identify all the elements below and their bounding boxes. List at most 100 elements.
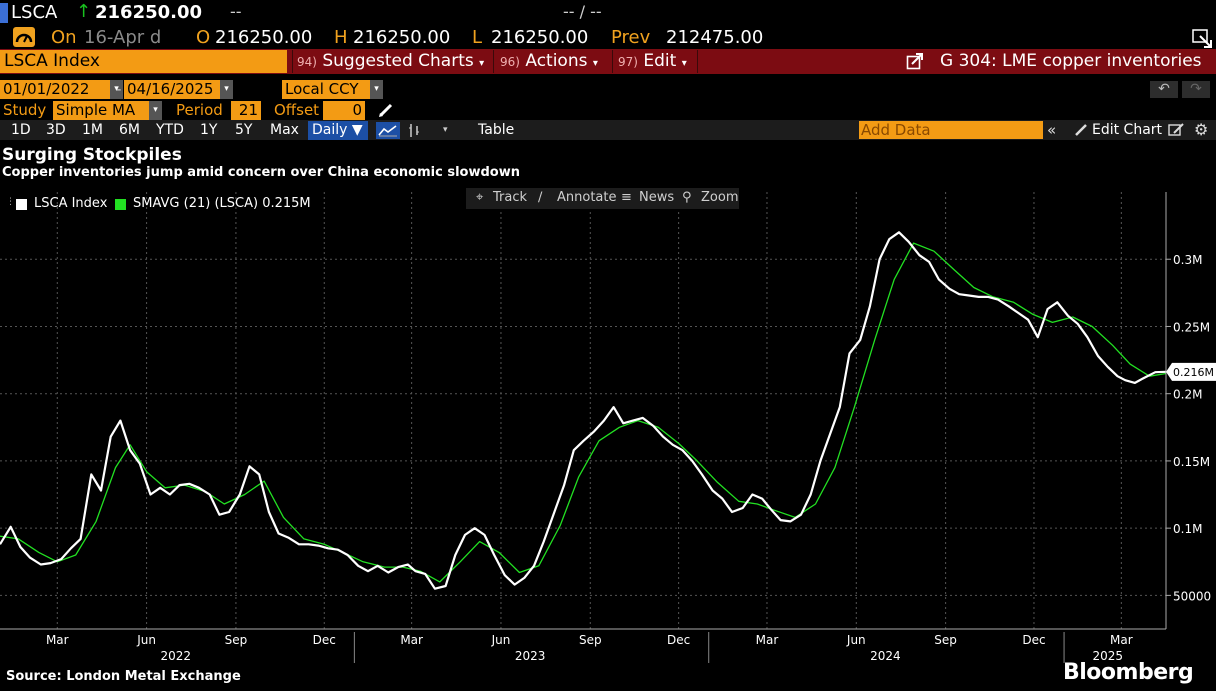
line-chart-icon[interactable]	[376, 122, 400, 139]
period-label: Period	[176, 101, 223, 119]
x-tick-label: Mar	[756, 633, 779, 647]
chart-code-title: G 304: LME copper inventories	[940, 51, 1202, 71]
bar-chart-icon[interactable]	[406, 123, 422, 138]
frequency-label: Daily	[312, 122, 348, 138]
x-tick-label: Jun	[491, 633, 511, 647]
y-tick-label: 0.2M	[1173, 388, 1202, 402]
frequency-select[interactable]: Daily ▼	[308, 121, 368, 140]
prev-label: Prev	[611, 27, 651, 48]
currency-dropdown-icon[interactable]: ▾	[370, 80, 383, 99]
menu-divider	[292, 50, 293, 73]
x-tick-label: Jun	[846, 633, 866, 647]
open-value: 216250.00	[215, 27, 313, 48]
suggested-charts-number: 94)	[297, 55, 317, 69]
chart-type-dropdown-icon[interactable]: ▾	[443, 120, 448, 140]
dropdown-arrow-icon: ▾	[681, 58, 687, 69]
undo-icon[interactable]: ↶	[1150, 81, 1178, 98]
dropdown-arrow-icon: ▾	[592, 58, 598, 69]
legend-item-smavg[interactable]: SMAVG (21) (LSCA) 0.215M	[133, 196, 311, 211]
period-1y-button[interactable]: 1Y	[200, 120, 217, 140]
chart-tools-bar: ⌖ Track ∕ Annotate ≡ News ⚲ Zoom	[466, 188, 739, 209]
x-tick-label: Sep	[225, 633, 248, 647]
currency-select[interactable]: Local CCY	[282, 80, 370, 99]
add-data-input[interactable]: Add Data	[859, 121, 1043, 139]
pencil-icon	[1075, 124, 1087, 136]
last-value-tag: 0.216M	[1166, 362, 1216, 381]
bloomberg-logo: Bloomberg	[1063, 660, 1194, 685]
annotate-button[interactable]: Annotate	[557, 190, 616, 205]
on-label: On	[51, 27, 77, 48]
period-1d-button[interactable]: 1D	[11, 120, 31, 140]
change-percent: -- / --	[563, 2, 602, 21]
offset-label: Offset	[274, 101, 320, 119]
period-6m-button[interactable]: 6M	[119, 120, 140, 140]
series-line-smavg	[0, 242, 1167, 583]
period-ytd-button[interactable]: YTD	[156, 120, 184, 140]
menu-divider	[612, 50, 613, 73]
edit-layout-icon[interactable]	[1168, 123, 1184, 137]
year-label: 2024	[870, 649, 901, 663]
period-3d-button[interactable]: 3D	[46, 120, 66, 140]
x-tick-label: Sep	[579, 633, 602, 647]
news-button[interactable]: News	[639, 190, 674, 205]
date-range-bar: 01/01/2022 ▾ - 04/16/2025 ▾ Local CCY ▾ …	[0, 80, 1216, 100]
end-date-dropdown-icon[interactable]: ▾	[220, 80, 233, 99]
track-icon: ⌖	[476, 190, 484, 205]
legend-item-lsca[interactable]: LSCA Index	[34, 196, 107, 211]
offset-input[interactable]: 0	[323, 101, 365, 120]
period-input[interactable]: 21	[231, 101, 261, 120]
study-dropdown-icon[interactable]: ▾	[149, 101, 162, 120]
high-value: 216250.00	[353, 27, 451, 48]
actions-label: Actions	[525, 51, 588, 71]
gear-icon[interactable]: ⚙	[1194, 120, 1208, 140]
on-date: 16-Apr d	[84, 27, 162, 48]
legend-swatch-main	[16, 199, 27, 210]
zoom-button[interactable]: Zoom	[701, 190, 738, 205]
period-max-button[interactable]: Max	[270, 120, 299, 140]
y-tick-label: 0.1M	[1173, 522, 1202, 536]
x-tick-label: Sep	[934, 633, 957, 647]
legend-handle-icon[interactable]: ⋮	[6, 197, 15, 207]
y-tick-label: 0.15M	[1173, 455, 1210, 469]
security-field[interactable]: LSCA Index	[0, 50, 287, 73]
period-1m-button[interactable]: 1M	[82, 120, 103, 140]
legend-swatch-smavg	[115, 199, 126, 210]
period-5y-button[interactable]: 5Y	[235, 120, 252, 140]
y-tick-label: 50000	[1173, 589, 1211, 603]
year-label: 2022	[160, 649, 191, 663]
x-tick-label: Mar	[46, 633, 69, 647]
collapse-icon[interactable]: «	[1047, 120, 1056, 140]
edit-number: 97)	[618, 55, 638, 69]
end-date-field[interactable]: 04/16/2025	[124, 80, 220, 99]
low-label: L	[472, 27, 483, 48]
menu-divider	[697, 50, 698, 73]
zoom-icon: ⚲	[682, 190, 692, 205]
edit-chart-button[interactable]: Edit Chart	[1092, 120, 1162, 140]
ticker-bar: LSCA ↑ 216250.00 -- -- / --	[0, 0, 1216, 25]
suggested-charts-menu[interactable]: 94) Suggested Charts ▾	[297, 50, 484, 73]
line-chart[interactable]: 50000 0.1M 0.15M 0.2M 0.25M 0.3M Mar Jun Sep Dec M…	[0, 186, 1216, 666]
x-tick-label: Mar	[400, 633, 423, 647]
chart-subheadline: Copper inventories jump amid concern ove…	[2, 165, 520, 180]
start-date-field[interactable]: 01/01/2022	[0, 80, 110, 99]
study-type-select[interactable]: Simple MA	[53, 101, 149, 120]
range-separator: -	[116, 80, 122, 98]
actions-menu[interactable]: 96) Actions ▾	[500, 50, 598, 73]
prev-value: 212475.00	[666, 27, 764, 48]
track-button[interactable]: Track	[493, 190, 527, 205]
edit-menu[interactable]: 97) Edit ▾	[618, 50, 687, 73]
annotate-icon: ∕	[538, 190, 543, 205]
last-value-tag-text: 0.216M	[1173, 366, 1214, 379]
up-arrow-icon: ↑	[76, 1, 92, 22]
ticker-symbol: LSCA	[11, 2, 58, 23]
year-label: 2023	[515, 649, 546, 663]
redo-icon[interactable]: ↷	[1182, 81, 1210, 98]
expand-icon[interactable]	[1190, 27, 1214, 49]
table-button[interactable]: Table	[478, 120, 514, 140]
series-line-lsca	[0, 231, 1167, 590]
popout-icon[interactable]	[906, 53, 924, 71]
gauge-icon[interactable]	[13, 27, 35, 47]
x-tick-label: Jun	[136, 633, 156, 647]
study-label: Study	[3, 101, 47, 119]
pencil-icon[interactable]	[378, 102, 394, 118]
